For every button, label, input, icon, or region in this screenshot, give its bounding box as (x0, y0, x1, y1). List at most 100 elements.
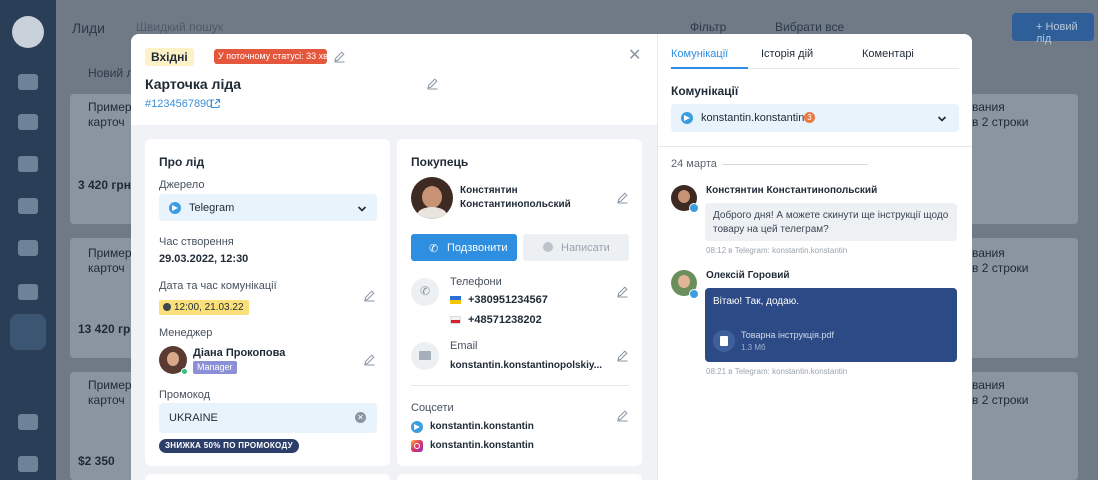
channel-select[interactable]: konstantin.konstantin 3 (671, 104, 959, 132)
new-lead-button[interactable]: + Новий лід (1012, 13, 1094, 45)
attachment-name[interactable]: Товарна інструкція.pdf (741, 330, 834, 340)
status-badge[interactable]: Вхідні (145, 48, 194, 66)
lead-card-title: карточ (88, 115, 125, 129)
close-icon[interactable]: ✕ (628, 48, 641, 64)
about-lead-title: Про лід (159, 155, 205, 169)
lead-card-title: Пример (88, 246, 132, 260)
call-button-label: Подзвонити (447, 242, 508, 254)
buyer-card: Покупець Констянтин Константинопольский … (397, 139, 642, 466)
lead-card-title: в 2 строки (972, 261, 1029, 275)
write-button[interactable]: Написати (523, 234, 629, 261)
created-label: Час створення (159, 236, 234, 248)
filter-button[interactable]: Фільтр (690, 20, 726, 34)
edit-phones-icon[interactable] (616, 285, 630, 299)
chat-icon[interactable] (18, 240, 38, 256)
social-label: Соцсети (411, 402, 454, 414)
outgoing-message: Вітаю! Так, додаю. Товарна інструкція.pd… (705, 288, 957, 362)
message-meta: 08:12 в Telegram: konstantin.konstantin (706, 246, 848, 255)
megaphone-icon[interactable] (18, 284, 38, 300)
tab-history[interactable]: Історія дій (761, 48, 813, 60)
promo-value: UKRAINE (169, 412, 218, 424)
edit-status-icon[interactable] (333, 50, 347, 64)
active-tab-indicator (671, 67, 748, 69)
about-lead-card: Про лід Джерело Telegram Час створення 2… (145, 139, 390, 466)
call-button[interactable]: ✆ Подзвонити (411, 234, 517, 261)
comm-date-label: Дата та час комунікації (159, 280, 277, 292)
edit-social-icon[interactable] (616, 409, 630, 423)
lead-title: Карточка ліда (145, 76, 242, 92)
lead-header: Вхідні У поточному статусі: 33 хв ✕ Карт… (131, 34, 657, 125)
cart-icon[interactable] (18, 74, 38, 90)
source-select[interactable]: Telegram (159, 194, 377, 221)
telegram-icon (681, 112, 693, 124)
phone-icon: ✆ (429, 243, 439, 255)
buyer-title: Покупець (411, 155, 469, 169)
tab-communications[interactable]: Комунікації (671, 48, 728, 60)
page-title: Лиди (72, 20, 105, 36)
ukraine-flag-icon (450, 296, 461, 304)
incoming-message: Доброго дня! А можете скинути ще інструк… (705, 203, 957, 241)
external-link-icon[interactable] (210, 98, 221, 109)
app-sidebar (0, 0, 56, 480)
file-icon[interactable] (713, 330, 735, 352)
telegram-icon (689, 289, 699, 299)
edit-buyer-icon[interactable] (616, 191, 630, 205)
rocket-icon[interactable] (18, 414, 38, 430)
social-telegram-value[interactable]: konstantin.konstantin (430, 421, 534, 432)
search-input[interactable]: Швидкий пошук (136, 20, 223, 34)
clear-icon[interactable]: ✕ (355, 412, 366, 423)
lead-card-title: Пример (88, 378, 132, 392)
communications-pane: Комунікації Історія дій Коментарі Комуні… (657, 34, 972, 480)
phone-number[interactable]: +380951234567 (468, 294, 548, 306)
telegram-icon (169, 202, 181, 214)
message-author: Констянтин Константинопольский (706, 185, 878, 196)
instagram-icon (411, 440, 423, 452)
lead-modal: Вхідні У поточному статусі: 33 хв ✕ Карт… (131, 34, 972, 480)
app-logo (12, 16, 44, 48)
lead-card-title: карточ (88, 393, 125, 407)
edit-title-icon[interactable] (426, 77, 440, 91)
edit-email-icon[interactable] (616, 349, 630, 363)
tab-comments[interactable]: Коментарі (862, 48, 914, 60)
phone-number[interactable]: +48571238202 (468, 314, 542, 326)
email-label: Email (450, 340, 478, 352)
edit-comm-date-icon[interactable] (363, 289, 377, 303)
clock-icon (163, 303, 171, 311)
phone-circle-icon: ✆ (411, 278, 439, 306)
social-instagram-value[interactable]: konstantin.konstantin (430, 440, 534, 451)
message-author: Олексій Горовий (706, 270, 790, 281)
lead-card-title: карточ (88, 261, 125, 275)
lead-card-amount: 3 420 грн (78, 178, 131, 192)
lead-card-title: вания (972, 378, 1005, 392)
message-text: Вітаю! Так, додаю. (713, 296, 799, 307)
help-icon[interactable] (18, 456, 38, 472)
promo-label: Промокод (159, 389, 211, 401)
column-title: Новий лі (88, 66, 137, 80)
buyer-avatar (411, 177, 453, 219)
edit-manager-icon[interactable] (363, 353, 377, 367)
date-separator-line (722, 164, 868, 165)
chevron-down-icon (937, 113, 947, 123)
select-all-button[interactable]: Вибрати все (775, 20, 844, 34)
divider (411, 385, 629, 386)
manager-name: Діана Прокопова (193, 347, 286, 359)
chart-icon[interactable] (18, 198, 38, 214)
buyer-name-line1: Констянтин (460, 185, 518, 196)
online-status-dot (181, 368, 188, 375)
lead-card-title: в 2 строки (972, 115, 1029, 129)
email-value[interactable]: konstantin.konstantinopolskiy... (450, 360, 602, 371)
email-circle-icon (411, 342, 439, 370)
comm-date-badge: 12:00, 21.03.22 (159, 300, 249, 315)
lead-id-link[interactable]: #1234567890 (145, 98, 212, 110)
promo-input[interactable]: UKRAINE ✕ (159, 403, 377, 433)
created-value: 29.03.2022, 12:30 (159, 253, 249, 265)
telegram-icon (411, 421, 423, 433)
phones-label: Телефони (450, 276, 502, 288)
chevron-down-icon (357, 203, 367, 213)
source-label: Джерело (159, 179, 205, 191)
promo-discount-badge: ЗНИЖКА 50% ПО ПРОМОКОДУ (159, 439, 299, 453)
clipboard-icon[interactable] (18, 114, 38, 130)
users-icon[interactable] (10, 314, 46, 350)
boxes-icon[interactable] (18, 156, 38, 172)
telegram-icon (689, 203, 699, 213)
